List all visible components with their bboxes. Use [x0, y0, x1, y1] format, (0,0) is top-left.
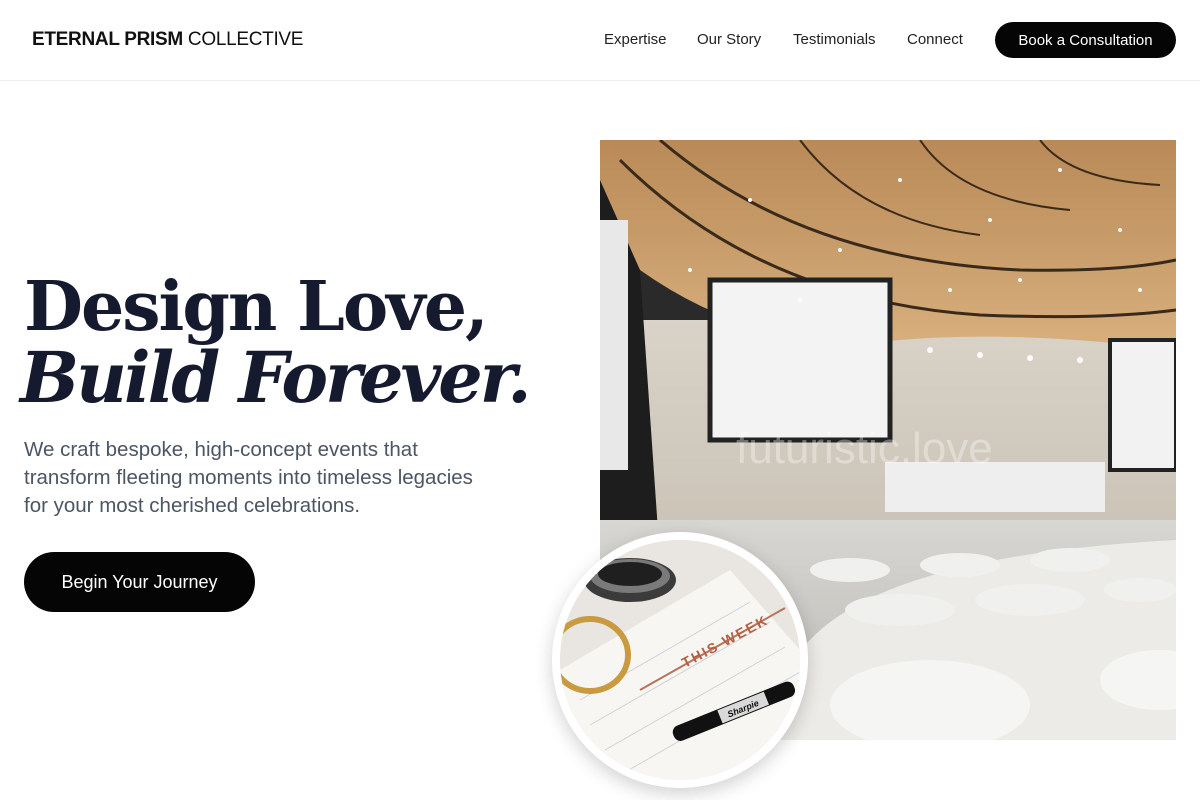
nav-link-our-story[interactable]: Our Story: [697, 31, 761, 48]
headline-line-1: Design Love,: [24, 267, 489, 347]
planner-image: THIS WEEK Sharpie: [560, 540, 800, 780]
hero-subtext: We craft bespoke, high-concept events th…: [24, 438, 473, 517]
book-consultation-button[interactable]: Book a Consultation: [995, 22, 1176, 58]
hero-headline: Design Love, Build Forever.: [20, 267, 532, 413]
headline-line-2: Build Forever.: [20, 336, 532, 419]
begin-journey-button[interactable]: Begin Your Journey: [24, 552, 255, 612]
brand-logo[interactable]: ETERNAL PRISM COLLECTIVE: [32, 29, 303, 51]
nav-link-testimonials[interactable]: Testimonials: [793, 31, 876, 48]
planner-image-frame: THIS WEEK Sharpie: [552, 532, 808, 788]
site-header: ETERNAL PRISM COLLECTIVE Expertise Our S…: [0, 0, 1200, 81]
nav-link-connect[interactable]: Connect: [907, 31, 963, 48]
nav-link-expertise[interactable]: Expertise: [604, 31, 667, 48]
brand-name-strong: ETERNAL PRISM: [32, 29, 183, 50]
brand-name-light: COLLECTIVE: [187, 29, 304, 50]
